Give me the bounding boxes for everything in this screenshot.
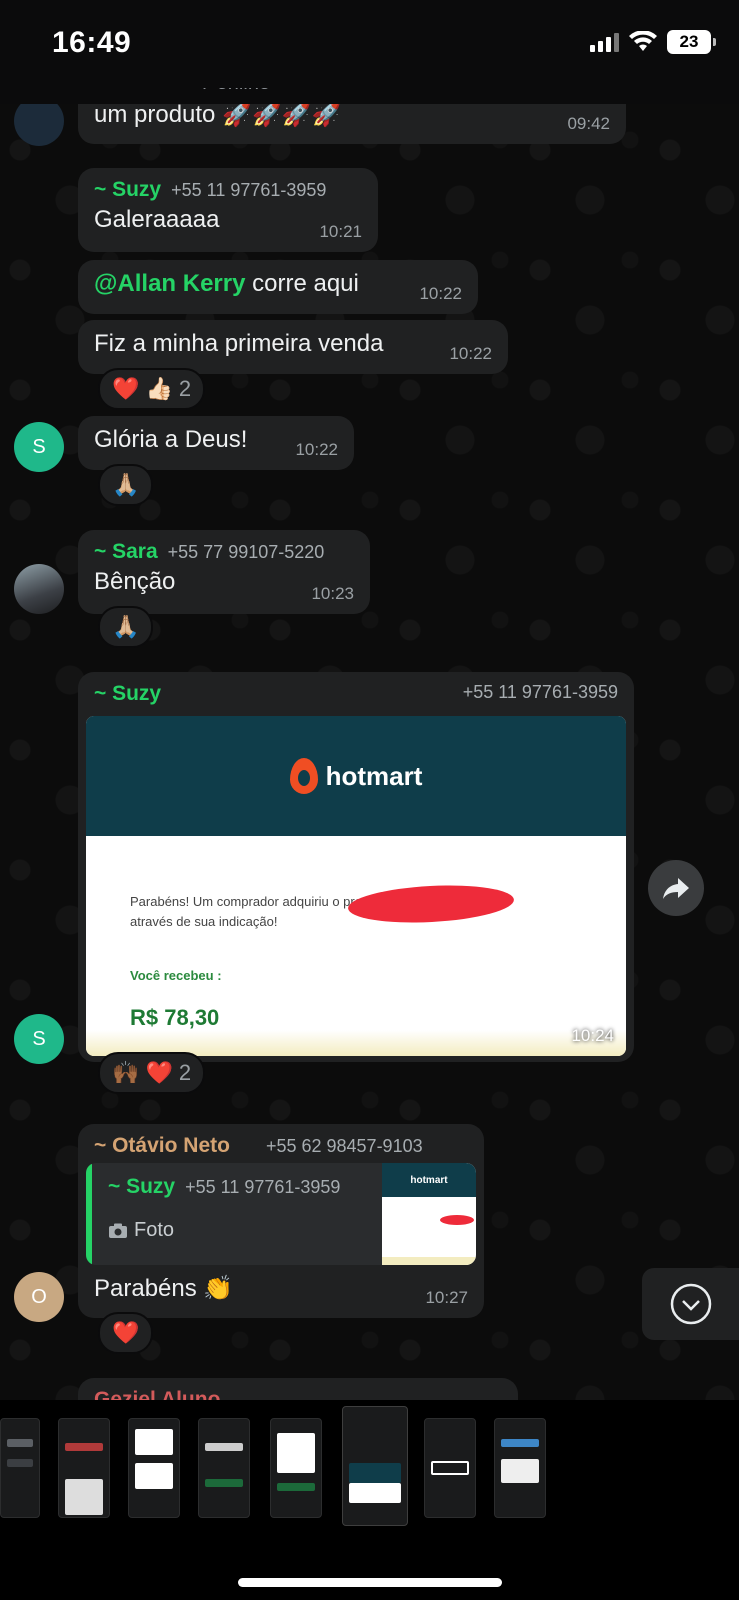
- sender-name[interactable]: ~ Suzy: [94, 178, 161, 201]
- message-text: Parabéns 👏: [94, 1275, 234, 1302]
- thumbnail[interactable]: [424, 1418, 476, 1518]
- thumbnail[interactable]: [198, 1418, 250, 1518]
- hotmart-logo-icon: [289, 758, 318, 794]
- sender-phone: +55 11 97761-3959: [462, 682, 618, 702]
- message-time: 10:24: [571, 1026, 614, 1045]
- reaction-badge[interactable]: 🙌🏾 ❤️ 2: [98, 1052, 206, 1094]
- reaction-count: 2: [178, 376, 192, 401]
- thumbnail-current[interactable]: [342, 1406, 408, 1526]
- message-time: 09:42: [567, 114, 610, 133]
- reaction-emojis: 🙏🏼: [112, 614, 140, 639]
- hotmart-header: hotmart: [86, 716, 626, 836]
- thumbnail[interactable]: [494, 1418, 546, 1518]
- reaction-emojis: ❤️ 👍🏻: [112, 376, 173, 401]
- chevron-down-icon: [670, 1283, 711, 1325]
- reaction-emojis: 🙌🏾 ❤️: [112, 1060, 173, 1085]
- avatar[interactable]: O: [14, 1272, 64, 1322]
- reaction-badge[interactable]: 🙏🏼: [98, 606, 154, 648]
- reaction-emojis: 🙏🏼: [112, 472, 140, 497]
- reaction-badge[interactable]: 🙏🏼: [98, 464, 154, 506]
- image-amount: R$ 78,30: [130, 1005, 220, 1030]
- thumbnail[interactable]: [128, 1418, 180, 1518]
- quoted-message[interactable]: ~ Suzy +55 11 97761-3959 Foto hotmart: [86, 1163, 476, 1265]
- message-time: 10:27: [425, 1288, 468, 1307]
- quoted-label: Foto: [134, 1219, 175, 1241]
- shared-image[interactable]: hotmart Parabéns! Um comprador adquiriu …: [86, 716, 626, 1056]
- message-text: Fiz a minha primeira venda: [94, 330, 384, 357]
- message-time: 10:22: [295, 440, 338, 459]
- status-bar: 16:49 23: [0, 0, 739, 88]
- sender-name[interactable]: ~ Suzy: [94, 682, 161, 706]
- sender-phone: +55 62 98457-9103: [265, 1136, 423, 1156]
- message-text: um produto 🚀🚀🚀🚀: [94, 101, 342, 128]
- reaction-emojis: ❤️: [112, 1320, 140, 1345]
- thumbnail[interactable]: [270, 1418, 322, 1518]
- avatar[interactable]: S: [14, 422, 64, 472]
- status-icons: 23: [590, 30, 716, 54]
- message-bubble[interactable]: Fiz a minha primeira venda 10:22: [78, 320, 508, 374]
- hotmart-body: Parabéns! Um comprador adquiriu o produt…: [86, 836, 626, 1056]
- thumbnail[interactable]: [0, 1418, 40, 1518]
- sender-name[interactable]: ~ Otávio Neto: [94, 1134, 230, 1157]
- sender-phone: +55 77 99107-5220: [167, 542, 325, 562]
- sender-name[interactable]: ~ Sara: [94, 540, 158, 563]
- wifi-icon: [629, 31, 657, 51]
- message-bubble[interactable]: ~ Suzy +55 11 97761-3959 Galeraaaaa 10:21: [78, 168, 378, 252]
- reaction-badge[interactable]: ❤️: [98, 1312, 154, 1354]
- reaction-badge[interactable]: ❤️ 👍🏻 2: [98, 368, 206, 410]
- mention-link[interactable]: @Allan Kerry: [94, 270, 245, 297]
- screenshot-thumbnail-strip: [0, 1400, 739, 1530]
- reaction-count: 2: [178, 1060, 192, 1085]
- quoted-sender: ~ Suzy: [108, 1175, 176, 1198]
- camera-icon: [109, 1223, 127, 1238]
- image-received-label: Você recebeu :: [130, 968, 222, 983]
- message-text: corre aqui: [245, 270, 359, 297]
- message-time: 10:22: [419, 284, 462, 303]
- cellular-signal-icon: [590, 32, 619, 52]
- hotmart-logo-text: hotmart: [325, 760, 423, 791]
- forward-icon: [663, 878, 689, 899]
- quoted-thumbnail: hotmart: [382, 1163, 476, 1265]
- avatar[interactable]: S: [14, 1014, 64, 1064]
- forward-button[interactable]: [648, 860, 704, 916]
- message-bubble[interactable]: ~ Sara +55 77 99107-5220 Bênção 10:23: [78, 530, 370, 614]
- message-bubble[interactable]: Glória a Deus! 10:22: [78, 416, 354, 470]
- scroll-to-bottom-button[interactable]: [642, 1268, 739, 1340]
- status-time: 16:49: [52, 26, 132, 59]
- sender-phone: +55 11 97761-3959: [171, 180, 327, 200]
- message-time: 10:23: [311, 584, 354, 603]
- thumbnail[interactable]: [58, 1418, 110, 1518]
- avatar[interactable]: [14, 564, 64, 614]
- message-time: 10:21: [319, 222, 362, 241]
- message-time: 10:22: [449, 344, 492, 363]
- quoted-phone: +55 11 97761-3959: [185, 1177, 341, 1197]
- message-bubble[interactable]: @Allan Kerry corre aqui 10:22: [78, 260, 478, 314]
- home-indicator[interactable]: [238, 1578, 502, 1587]
- bottom-area: [0, 1530, 739, 1600]
- battery-icon: 23: [667, 30, 716, 54]
